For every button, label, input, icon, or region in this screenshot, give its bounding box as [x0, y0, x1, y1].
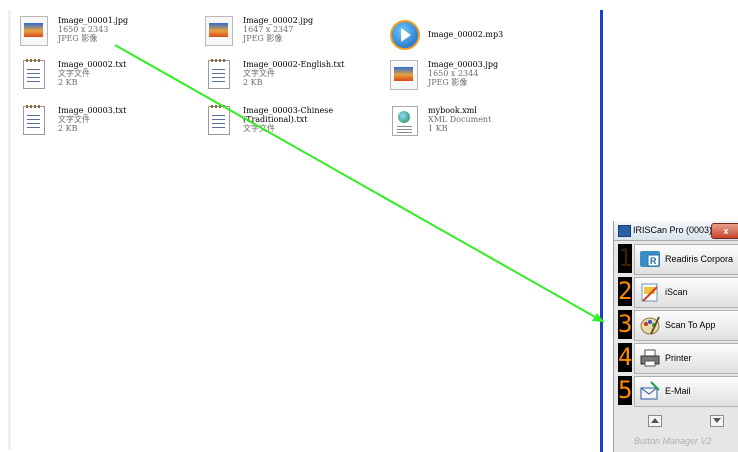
scrollbar[interactable]	[8, 10, 11, 450]
button-label: Readiris Corpora	[665, 254, 734, 264]
file-name-continued: (Traditional).txt	[243, 115, 308, 124]
scan-button-row: 2 iScan	[614, 275, 738, 308]
button-manager-nav	[614, 415, 738, 431]
scan-to-app-button[interactable]: Scan To App	[634, 310, 738, 341]
close-button[interactable]: x	[711, 223, 738, 239]
printer-button[interactable]: Printer	[634, 343, 738, 374]
file-name: Image_00002.jpg	[243, 16, 314, 25]
file-name: Image_00002.txt	[58, 60, 127, 69]
button-number-display: 3	[618, 310, 633, 339]
jpeg-image-icon	[20, 16, 50, 46]
button-manager-title: IRISCan Pro (0003)	[633, 225, 713, 235]
readiris-icon: R	[640, 251, 660, 267]
file-item[interactable]: Image_00001.jpg 1650 x 2343 JPEG 影像	[20, 16, 128, 46]
scan-button-row: 3 Scan To App	[614, 308, 738, 341]
scroll-up-button[interactable]	[648, 415, 662, 427]
file-type: 文字文件	[58, 115, 90, 124]
jpeg-image-icon	[390, 60, 420, 90]
file-name: Image_00003.jpg	[428, 60, 499, 69]
email-icon	[640, 381, 660, 400]
file-name: mybook.xml	[428, 106, 477, 115]
scan-button-row: 5 E-Mail	[614, 374, 738, 407]
scan-button-row: 4 Printer	[614, 341, 738, 374]
button-label: Printer	[665, 353, 692, 363]
scanner-app-icon	[618, 225, 631, 237]
button-manager-footer: Button Manager V2	[634, 436, 712, 446]
scan-button-row: 1 R Readiris Corpora	[614, 242, 738, 275]
file-name: Image_00003-Chinese	[243, 106, 334, 115]
file-dimensions: 1650 x 2343	[58, 25, 109, 34]
text-document-icon	[205, 59, 235, 90]
file-name: Image_00001.jpg	[58, 16, 129, 25]
file-size: 2 KB	[243, 78, 263, 87]
button-number-display: 2	[618, 277, 633, 306]
file-type: 文字文件	[58, 69, 90, 78]
file-item[interactable]: Image_00003-Chinese (Traditional).txt 文字…	[205, 105, 334, 136]
jpeg-image-icon	[205, 16, 235, 46]
file-type: 文字文件	[243, 124, 275, 133]
file-item[interactable]: mybook.xml XML Document 1 KB	[390, 106, 491, 136]
printer-icon	[640, 349, 660, 367]
file-size: 1 KB	[428, 124, 448, 133]
scan-button-list: 1 R Readiris Corpora 2 iScan 3 Scan To A…	[614, 242, 738, 407]
file-explorer-pane: Image_00001.jpg 1650 x 2343 JPEG 影像 Imag…	[0, 0, 600, 452]
triangle-down-icon	[713, 418, 721, 423]
scroll-down-button[interactable]	[710, 415, 724, 427]
file-size: 2 KB	[58, 78, 78, 87]
file-type: JPEG 影像	[428, 78, 468, 87]
button-manager-titlebar[interactable]: IRISCan Pro (0003) x	[614, 221, 738, 241]
file-item[interactable]: Image_00003.txt 文字文件 2 KB	[20, 105, 127, 136]
file-type: JPEG 影像	[243, 34, 283, 43]
button-number-display: 4	[618, 343, 633, 372]
file-item[interactable]: Image_00002.jpg 1647 x 2347 JPEG 影像	[205, 16, 313, 46]
text-document-icon	[205, 105, 235, 136]
file-type: JPEG 影像	[58, 34, 98, 43]
file-item[interactable]: Image_00002.txt 文字文件 2 KB	[20, 59, 127, 90]
file-dimensions: 1650 x 2344	[428, 69, 479, 78]
text-document-icon	[20, 59, 50, 90]
file-type: XML Document	[428, 115, 492, 124]
text-document-icon	[20, 105, 50, 136]
email-button[interactable]: E-Mail	[634, 376, 738, 407]
file-item[interactable]: Image_00002-English.txt 文字文件 2 KB	[205, 59, 345, 90]
iscan-icon	[641, 283, 658, 302]
button-label: E-Mail	[665, 386, 691, 396]
iscan-button[interactable]: iScan	[634, 277, 738, 308]
button-number-display: 5	[618, 376, 633, 405]
scan-to-app-icon	[640, 316, 660, 335]
media-player-icon	[390, 20, 420, 50]
svg-text:R: R	[650, 256, 657, 266]
triangle-up-icon	[651, 418, 659, 423]
file-name: Image_00003.txt	[58, 106, 127, 115]
button-number-display: 1	[618, 244, 633, 273]
file-name: Image_00002-English.txt	[243, 60, 345, 69]
file-item[interactable]: Image_00003.jpg 1650 x 2344 JPEG 影像	[390, 60, 498, 90]
button-label: iScan	[665, 287, 688, 297]
file-item[interactable]: Image_00002.mp3	[390, 20, 503, 50]
button-label: Scan To App	[665, 320, 716, 330]
file-dimensions: 1647 x 2347	[243, 25, 294, 34]
button-manager-panel: IRISCan Pro (0003) x 1 R Readiris Corpor…	[613, 221, 738, 452]
file-size: 2 KB	[58, 124, 78, 133]
readiris-button[interactable]: R Readiris Corpora	[634, 244, 738, 275]
xml-document-icon	[390, 106, 420, 136]
file-name: Image_00002.mp3	[428, 30, 504, 39]
file-type: 文字文件	[243, 69, 275, 78]
